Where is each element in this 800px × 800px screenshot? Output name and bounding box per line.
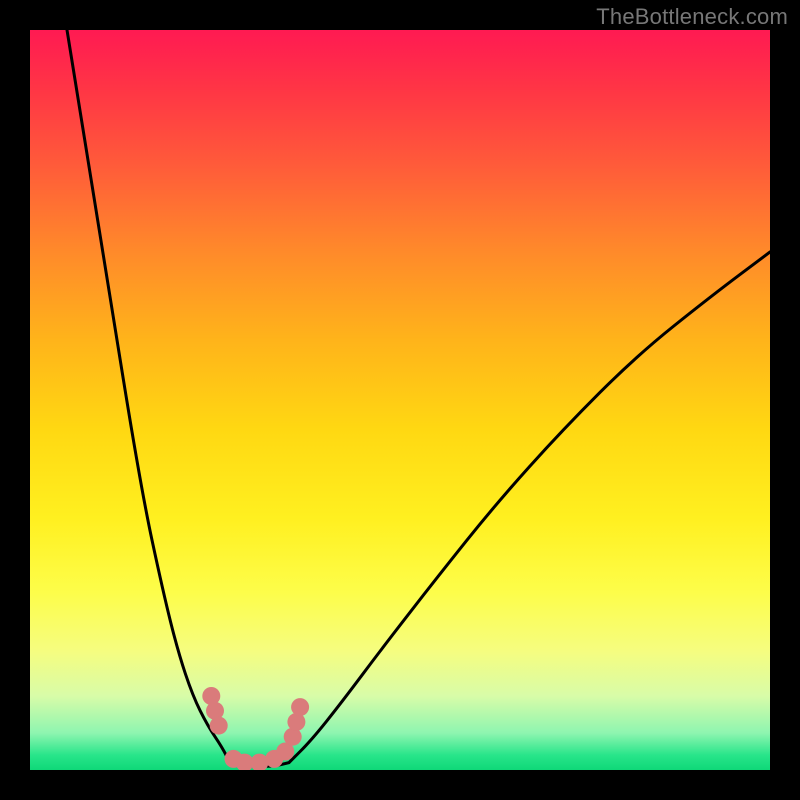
curve-marker-dot xyxy=(291,698,309,716)
watermark-text: TheBottleneck.com xyxy=(596,4,788,30)
bottleneck-curve xyxy=(30,30,770,770)
curve-line xyxy=(67,30,770,766)
chart-plot-area xyxy=(30,30,770,770)
curve-marker-dot xyxy=(210,717,228,735)
chart-frame: TheBottleneck.com xyxy=(0,0,800,800)
